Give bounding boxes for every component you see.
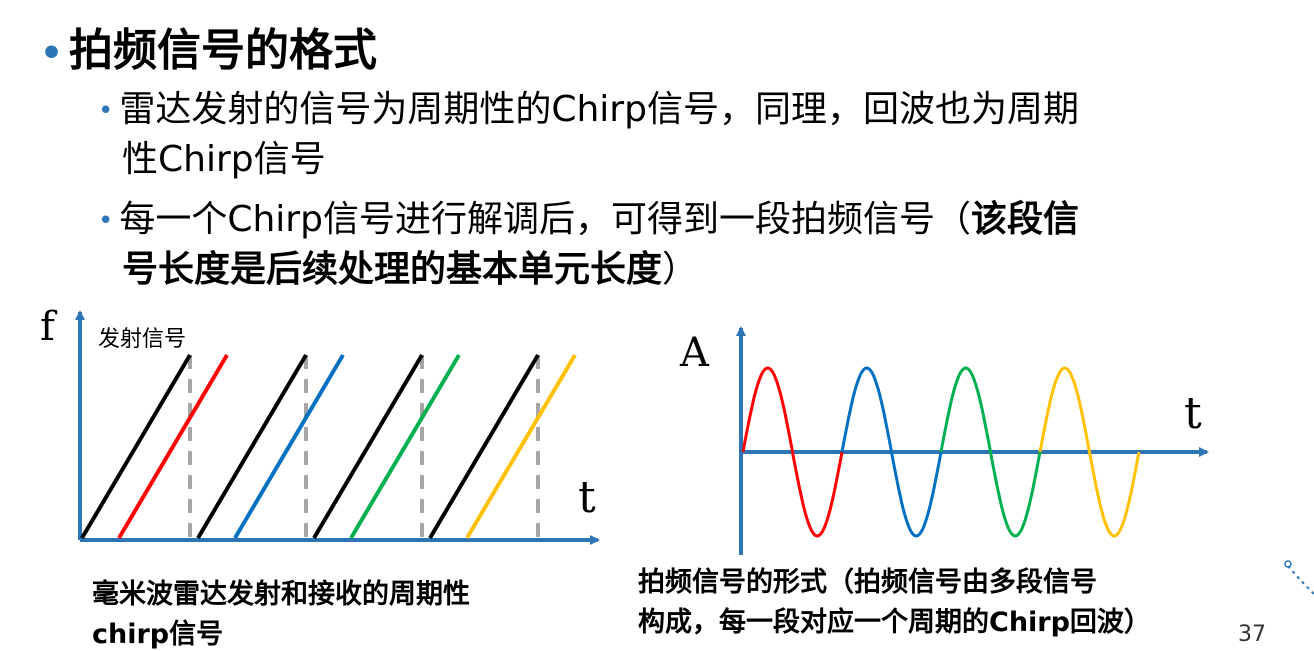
decorative-dotted-curve (1287, 565, 1314, 595)
t-axis-label-right: t (1184, 388, 1202, 439)
right-caption-line-2: 构成，每一段对应一个周期的Chirp回波） (638, 607, 1151, 638)
t-axis-label-left: t (578, 472, 596, 523)
chirp-diagram: f t 发射信号 (40, 304, 600, 545)
a-axis-label: A (679, 330, 710, 376)
beat-signal-diagram: A t (679, 326, 1209, 555)
right-caption-line-1: 拍频信号的形式（拍频信号由多段信号 (638, 567, 1097, 598)
chirp-lines (80, 353, 577, 540)
left-caption-line-2: chirp信号 (92, 619, 224, 650)
tx-signal-label: 发射信号 (98, 326, 186, 351)
left-caption-line-1: 毫米波雷达发射和接收的周期性 (92, 579, 470, 610)
page-number: 37 (1238, 622, 1266, 647)
diagrams-canvas: f t 发射信号 A t (40, 304, 1314, 595)
f-axis-label: f (40, 304, 58, 350)
